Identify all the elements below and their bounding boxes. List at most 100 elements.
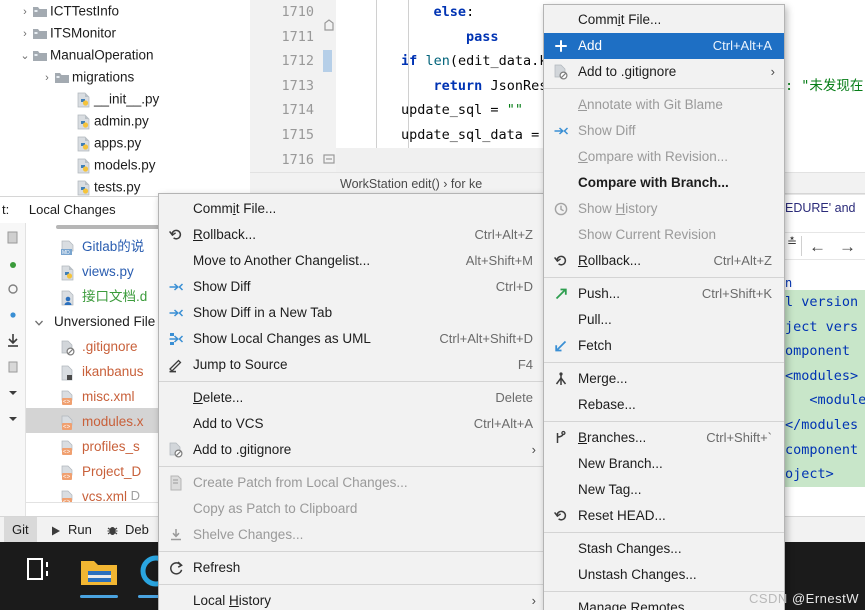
menu-item-delete[interactable]: Delete... Delete — [159, 385, 545, 411]
tool-window-button-run[interactable]: Run — [42, 517, 100, 543]
menu-item-refresh[interactable]: Refresh — [159, 555, 545, 581]
tool-window-button-git[interactable]: Git — [4, 517, 37, 543]
menu-item-rollback[interactable]: Rollback... Ctrl+Alt+Z — [159, 222, 545, 248]
tool-window-button-debug[interactable]: Deb — [98, 517, 157, 543]
menu-item-stash-changes[interactable]: Stash Changes... — [544, 536, 784, 562]
menu-item-show-diff[interactable]: Show Diff Ctrl+D — [159, 274, 545, 300]
menu-item-shortcut: Ctrl+Shift+` — [706, 430, 772, 445]
collapse-icon[interactable] — [0, 405, 25, 431]
tree-twisty-right-icon[interactable]: › — [18, 23, 32, 45]
commit-icon[interactable] — [0, 223, 25, 249]
xml-file-icon: <> — [61, 390, 73, 405]
tree-item-itsmonitor[interactable]: › ITSMonitor — [0, 22, 250, 44]
xml-diff-preview[interactable]: n l version ject vers omponent <modules> <m… — [785, 276, 865, 498]
chevron-down-icon[interactable] — [32, 316, 46, 330]
arrow-right-icon[interactable]: → — [839, 233, 856, 261]
menu-separator — [159, 466, 545, 467]
menu-item-merge[interactable]: Merge... — [544, 366, 784, 392]
menu-separator — [544, 421, 784, 422]
menu-item-shortcut: Ctrl+Shift+K — [701, 286, 772, 301]
menu-item-show-history: Show History — [544, 196, 784, 222]
tree-item-manualoperation[interactable]: ⌄ ManualOperation — [0, 44, 250, 66]
console-navigation-toolbar[interactable]: ≛ ← → — [785, 232, 865, 260]
python-file-icon — [77, 180, 90, 196]
menu-item-label: Show Current Revision — [578, 227, 717, 242]
menu-item-commit-file[interactable]: Commit File... — [544, 7, 784, 33]
menu-item-jump-to-source[interactable]: Jump to Source F4 — [159, 352, 545, 378]
menu-item-label: New Tag... — [578, 482, 642, 497]
play-icon — [52, 526, 60, 536]
menu-item-add[interactable]: Add Ctrl+Alt+A — [544, 33, 784, 59]
group-by-icon[interactable] — [0, 353, 25, 379]
chevron-right-icon: › — [770, 64, 775, 79]
fold-marker-icon[interactable] — [322, 18, 336, 32]
xml-file-icon: <> — [61, 490, 73, 502]
tree-item-admin-py[interactable]: admin.py — [0, 110, 250, 132]
changed-file-label: misc.xml — [82, 389, 135, 405]
tool-window-label: Deb — [125, 522, 149, 537]
show-diff-icon[interactable] — [0, 275, 25, 301]
menu-item-show-local-changes-as-uml[interactable]: Show Local Changes as UML Ctrl+Alt+Shift+… — [159, 326, 545, 352]
menu-item-label: Branches... — [578, 430, 647, 445]
menu-item-rollback[interactable]: Rollback... Ctrl+Alt+Z — [544, 248, 784, 274]
fold-collapse-icon[interactable] — [322, 152, 336, 166]
menu-item-label: Shelve Changes... — [193, 527, 304, 542]
menu-item-label: Merge... — [578, 371, 628, 386]
menu-item-commit-file[interactable]: Commit File... — [159, 196, 545, 222]
tree-twisty-right-icon[interactable]: › — [18, 1, 32, 23]
git-submenu[interactable]: Commit File... Add Ctrl+Alt+A Add to .gitig… — [543, 4, 785, 610]
changed-file-label: vcs.xml — [82, 489, 127, 502]
menu-item-annotate-with-git-blame: Annotate with Git Blame — [544, 92, 784, 118]
menu-item-move-to-another-changelist[interactable]: Move to Another Changelist... Alt+Shift+M — [159, 248, 545, 274]
svg-text:<>: <> — [63, 448, 71, 455]
menu-item-show-diff-in-a-new-tab[interactable]: Show Diff in a New Tab — [159, 300, 545, 326]
tree-item-models-py[interactable]: models.py — [0, 154, 250, 176]
rollback-icon[interactable] — [0, 249, 25, 275]
menu-item-add-to-vcs[interactable]: Add to VCS Ctrl+Alt+A — [159, 411, 545, 437]
tree-item-label: ManualOperation — [50, 47, 154, 63]
tree-twisty-right-icon[interactable]: › — [40, 67, 54, 89]
menu-item-reset-head[interactable]: Reset HEAD... — [544, 503, 784, 529]
tree-item-label: models.py — [94, 157, 156, 173]
svg-text:<>: <> — [63, 473, 71, 480]
menu-item-label: Manage Remotes... — [578, 600, 696, 610]
tree-item-migrations[interactable]: › migrations — [0, 66, 250, 88]
menu-item-label: Show Diff — [193, 279, 251, 294]
wrap-icon[interactable]: ≛ — [787, 236, 797, 248]
expand-icon[interactable] — [0, 379, 25, 405]
menu-item-new-branch[interactable]: New Branch... — [544, 451, 784, 477]
file-explorer-icon[interactable] — [78, 554, 124, 598]
menu-item-add-to-gitignore[interactable]: Add to .gitignore › — [544, 59, 784, 85]
menu-item-label: Show Diff in a New Tab — [193, 305, 333, 320]
menu-item-fetch[interactable]: Fetch — [544, 333, 784, 359]
refresh-icon[interactable] — [0, 301, 25, 327]
tree-item-icttestinfo[interactable]: › ICTTestInfo — [0, 0, 250, 22]
tree-item-apps-py[interactable]: apps.py — [0, 132, 250, 154]
menu-item-new-tag[interactable]: New Tag... — [544, 477, 784, 503]
menu-item-rebase[interactable]: Rebase... — [544, 392, 784, 418]
tree-item-label: admin.py — [94, 113, 149, 129]
menu-item-push[interactable]: Push... Ctrl+Shift+K — [544, 281, 784, 307]
line-number: 1713 — [281, 77, 314, 94]
menu-item-local-history[interactable]: Local History › — [159, 588, 545, 610]
arrow-left-icon[interactable]: ← — [809, 233, 826, 261]
menu-item-branches[interactable]: Branches... Ctrl+Shift+` — [544, 425, 784, 451]
tree-item--init-py[interactable]: __init__.py — [0, 88, 250, 110]
editor-string-literal — [785, 49, 865, 74]
tree-twisty-down-icon[interactable]: ⌄ — [18, 45, 32, 67]
local-changes-context-menu[interactable]: Commit File... Rollback... Ctrl+Alt+Z Move … — [158, 193, 546, 610]
menu-separator — [544, 532, 784, 533]
project-tree[interactable]: › ICTTestInfo › ITSMonitor ⌄ ManualOperation ›… — [0, 0, 250, 196]
line-number: 1714 — [281, 102, 314, 119]
xml-line: l version — [785, 290, 865, 315]
shelve-icon — [171, 529, 181, 541]
menu-item-compare-with-branch[interactable]: Compare with Branch... — [544, 170, 784, 196]
task-view-icon[interactable] — [22, 554, 68, 598]
menu-item-unstash-changes[interactable]: Unstash Changes... — [544, 562, 784, 588]
python-file-icon — [77, 158, 90, 174]
menu-item-add-to-gitignore[interactable]: Add to .gitignore › — [159, 437, 545, 463]
menu-item-pull[interactable]: Pull... — [544, 307, 784, 333]
local-changes-toolbar[interactable] — [0, 223, 26, 516]
watermark-prefix: CSDN — [748, 591, 788, 606]
shelve-icon[interactable] — [0, 327, 25, 353]
